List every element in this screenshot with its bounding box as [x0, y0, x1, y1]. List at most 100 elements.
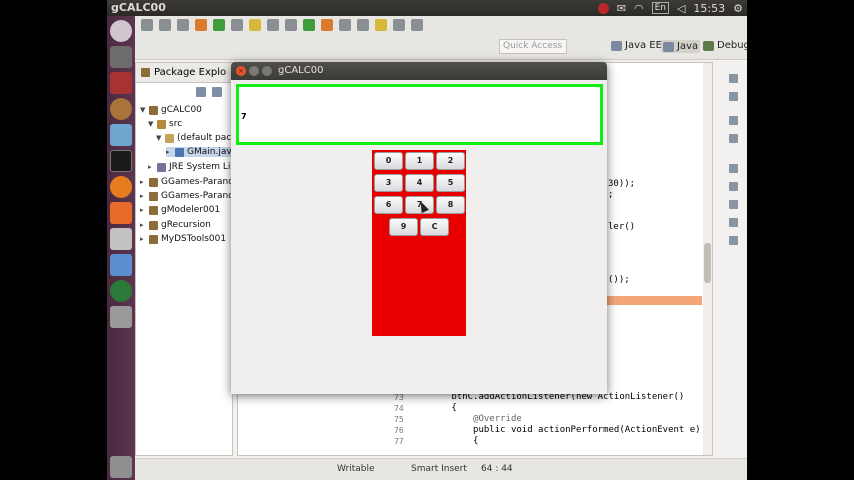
status-writable: Writable: [337, 464, 375, 474]
side-tool-icon[interactable]: [729, 218, 738, 227]
save-icon[interactable]: [159, 19, 171, 31]
editor-vertical-scrollbar[interactable]: [703, 63, 712, 455]
perspective-java-ee[interactable]: Java EE: [611, 40, 662, 51]
expand-arrow-icon[interactable]: ▸: [140, 178, 146, 186]
external-tools-icon[interactable]: [321, 19, 333, 31]
side-tool-icon[interactable]: [729, 134, 738, 143]
toolbar-tool-icon[interactable]: [357, 19, 369, 31]
app-launcher-icon[interactable]: [110, 98, 132, 120]
mail-icon[interactable]: ✉: [617, 2, 626, 15]
side-tool-icon[interactable]: [729, 164, 738, 173]
expand-arrow-icon[interactable]: ▸: [140, 221, 146, 229]
tree-item[interactable]: ▸ MyDSTools001: [140, 234, 226, 244]
expand-arrow-icon[interactable]: ▼: [140, 106, 146, 114]
files-icon[interactable]: [110, 46, 132, 68]
project-icon: [149, 234, 158, 244]
app-launcher-icon[interactable]: [110, 72, 132, 94]
firefox-icon[interactable]: [110, 176, 132, 198]
build-icon[interactable]: [231, 19, 243, 31]
print-icon[interactable]: [177, 19, 189, 31]
perspective-debug[interactable]: Debug: [703, 40, 747, 51]
run-last-icon[interactable]: [303, 19, 315, 31]
side-tool-icon[interactable]: [729, 74, 738, 83]
maximize-window-icon[interactable]: [262, 66, 272, 76]
key-0-button[interactable]: 0: [374, 152, 403, 170]
toolbar-tool-icon[interactable]: [339, 19, 351, 31]
tree-item[interactable]: ▸ GGames-Paranoic: [140, 191, 241, 201]
close-window-icon[interactable]: ×: [236, 66, 246, 76]
tree-item[interactable]: ▼ (default packa: [156, 133, 242, 143]
terminal-icon[interactable]: [110, 150, 132, 172]
side-tool-icon[interactable]: [729, 200, 738, 209]
debug-icon[interactable]: [195, 19, 207, 31]
key-8-button[interactable]: 8: [436, 196, 465, 214]
tree-item[interactable]: ▼ src: [148, 119, 182, 129]
expand-arrow-icon[interactable]: ▸: [140, 206, 146, 214]
expand-arrow-icon[interactable]: ▸: [140, 192, 146, 200]
link-with-editor-icon[interactable]: [212, 87, 222, 97]
code-line: {: [408, 436, 479, 446]
tree-item[interactable]: ▸ JRE System Libr: [148, 162, 240, 172]
key-2-button[interactable]: 2: [436, 152, 465, 170]
app-launcher-icon[interactable]: [110, 306, 132, 328]
app-launcher-icon[interactable]: [110, 280, 132, 302]
key-4-button[interactable]: 4: [405, 174, 434, 192]
system-settings-icon[interactable]: [110, 228, 132, 250]
clock[interactable]: 15:53: [693, 2, 725, 15]
run-icon[interactable]: [213, 19, 225, 31]
tree-item-selected[interactable]: ▸ GMain.java: [166, 147, 238, 157]
app-launcher-icon[interactable]: [110, 124, 132, 146]
line-number: 77: [394, 437, 404, 446]
quick-access-input[interactable]: Quick Access: [499, 39, 567, 54]
code-line: {: [408, 403, 457, 413]
expand-arrow-icon[interactable]: ▼: [156, 134, 162, 142]
annotation-icon[interactable]: [375, 19, 387, 31]
volume-icon[interactable]: ◁: [677, 2, 685, 15]
tree-item[interactable]: ▼ gCALC00: [140, 105, 202, 115]
toolbar-tool-icon[interactable]: [285, 19, 297, 31]
side-tool-icon[interactable]: [729, 236, 738, 245]
settings-gear-icon[interactable]: ⚙: [733, 2, 743, 15]
expand-arrow-icon[interactable]: ▸: [148, 163, 154, 171]
side-tool-icon[interactable]: [729, 182, 738, 191]
software-center-icon[interactable]: [110, 202, 132, 224]
package-explorer-tab[interactable]: Package Explo: [136, 63, 232, 83]
virtualbox-icon[interactable]: [110, 254, 132, 276]
calculator-title: gCALC00: [278, 65, 324, 76]
collapse-all-icon[interactable]: [196, 87, 206, 97]
expand-arrow-icon[interactable]: ▼: [148, 120, 154, 128]
expand-arrow-icon[interactable]: ▸: [166, 148, 172, 156]
scrollbar-thumb[interactable]: [704, 243, 711, 283]
calculator-display[interactable]: 7: [236, 84, 603, 145]
new-icon[interactable]: [141, 19, 153, 31]
tree-item[interactable]: ▸ gModeler001: [140, 205, 220, 215]
letterbox-left: [0, 0, 107, 480]
key-6-button[interactable]: 6: [374, 196, 403, 214]
key-5-button[interactable]: 5: [436, 174, 465, 192]
minimize-window-icon[interactable]: [249, 66, 259, 76]
line-number: 73: [394, 393, 404, 402]
keyboard-layout-indicator[interactable]: En: [651, 2, 669, 14]
wifi-icon[interactable]: ◠: [634, 2, 644, 15]
open-type-icon[interactable]: [249, 19, 261, 31]
forward-icon[interactable]: [411, 19, 423, 31]
key-9-button[interactable]: 9: [389, 218, 418, 236]
key-1-button[interactable]: 1: [405, 152, 434, 170]
key-3-button[interactable]: 3: [374, 174, 403, 192]
side-tool-icon[interactable]: [729, 116, 738, 125]
search-icon[interactable]: [267, 19, 279, 31]
library-icon: [157, 162, 166, 172]
code-line: public void actionPerformed(ActionEvent …: [408, 425, 701, 435]
perspective-java[interactable]: Java: [661, 40, 701, 53]
back-icon[interactable]: [393, 19, 405, 31]
power-indicator-icon[interactable]: [597, 2, 609, 14]
trash-icon[interactable]: [110, 456, 132, 478]
active-app-title: gCALC00: [111, 1, 166, 14]
calculator-titlebar[interactable]: × gCALC00: [231, 62, 607, 80]
dash-home-icon[interactable]: [110, 20, 132, 42]
side-tool-icon[interactable]: [729, 92, 738, 101]
tree-item[interactable]: ▸ gRecursion: [140, 220, 211, 230]
clear-button[interactable]: C: [420, 218, 449, 236]
tree-item[interactable]: ▸ GGames-Paranoic: [140, 177, 241, 187]
expand-arrow-icon[interactable]: ▸: [140, 235, 146, 243]
